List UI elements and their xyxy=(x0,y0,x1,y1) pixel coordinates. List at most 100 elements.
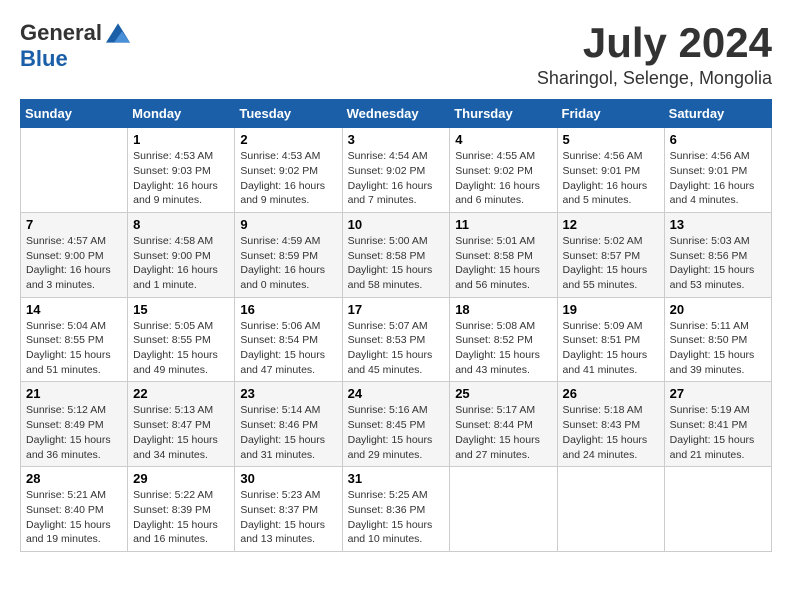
calendar-week-row: 28Sunrise: 5:21 AMSunset: 8:40 PMDayligh… xyxy=(21,467,772,552)
calendar-week-row: 1 Sunrise: 4:53 AMSunset: 9:03 PMDaylight… xyxy=(21,128,772,213)
logo-general-text: General xyxy=(20,20,102,46)
logo-icon xyxy=(106,23,130,43)
day-info: Sunrise: 4:57 AMSunset: 9:00 PMDaylight:… xyxy=(26,234,122,293)
location-title: Sharingol, Selenge, Mongolia xyxy=(537,68,772,89)
day-number: 31 xyxy=(348,471,445,486)
calendar-cell: 29Sunrise: 5:22 AMSunset: 8:39 PMDayligh… xyxy=(128,467,235,552)
calendar-header-tuesday: Tuesday xyxy=(235,100,342,128)
day-number: 25 xyxy=(455,386,551,401)
calendar-cell: 3 Sunrise: 4:54 AMSunset: 9:02 PMDaylight… xyxy=(342,128,450,213)
calendar-cell: 17 Sunrise: 5:07 AMSunset: 8:53 PMDayligh… xyxy=(342,297,450,382)
calendar-cell: 31Sunrise: 5:25 AMSunset: 8:36 PMDayligh… xyxy=(342,467,450,552)
day-number: 26 xyxy=(563,386,659,401)
calendar-cell: 21Sunrise: 5:12 AMSunset: 8:49 PMDayligh… xyxy=(21,382,128,467)
calendar-cell: 14 Sunrise: 5:04 AMSunset: 8:55 PMDayligh… xyxy=(21,297,128,382)
day-info: Sunrise: 4:56 AMSunset: 9:01 PMDaylight:… xyxy=(670,149,766,208)
calendar-cell xyxy=(557,467,664,552)
calendar-header-row: SundayMondayTuesdayWednesdayThursdayFrid… xyxy=(21,100,772,128)
day-number: 8 xyxy=(133,217,229,232)
day-info: Sunrise: 5:23 AMSunset: 8:37 PMDaylight:… xyxy=(240,488,336,547)
day-number: 23 xyxy=(240,386,336,401)
calendar-cell: 26 Sunrise: 5:18 AMSunset: 8:43 PMDayligh… xyxy=(557,382,664,467)
day-number: 30 xyxy=(240,471,336,486)
day-info: Sunrise: 5:16 AMSunset: 8:45 PMDaylight:… xyxy=(348,403,445,462)
calendar-cell xyxy=(450,467,557,552)
day-number: 2 xyxy=(240,132,336,147)
logo-blue-text: Blue xyxy=(20,46,68,72)
day-number: 11 xyxy=(455,217,551,232)
calendar-cell: 28Sunrise: 5:21 AMSunset: 8:40 PMDayligh… xyxy=(21,467,128,552)
calendar-header-sunday: Sunday xyxy=(21,100,128,128)
day-info: Sunrise: 4:54 AMSunset: 9:02 PMDaylight:… xyxy=(348,149,445,208)
day-number: 10 xyxy=(348,217,445,232)
day-number: 3 xyxy=(348,132,445,147)
day-number: 15 xyxy=(133,302,229,317)
calendar-cell: 24 Sunrise: 5:16 AMSunset: 8:45 PMDayligh… xyxy=(342,382,450,467)
calendar-header-saturday: Saturday xyxy=(664,100,771,128)
logo: General Blue xyxy=(20,20,130,72)
day-info: Sunrise: 4:53 AMSunset: 9:02 PMDaylight:… xyxy=(240,149,336,208)
calendar-cell: 7 Sunrise: 4:57 AMSunset: 9:00 PMDaylight… xyxy=(21,212,128,297)
calendar-cell: 11 Sunrise: 5:01 AMSunset: 8:58 PMDayligh… xyxy=(450,212,557,297)
calendar-cell: 1 Sunrise: 4:53 AMSunset: 9:03 PMDaylight… xyxy=(128,128,235,213)
calendar-cell xyxy=(21,128,128,213)
month-title: July 2024 xyxy=(537,20,772,66)
day-number: 22 xyxy=(133,386,229,401)
day-number: 17 xyxy=(348,302,445,317)
day-info: Sunrise: 4:56 AMSunset: 9:01 PMDaylight:… xyxy=(563,149,659,208)
day-info: Sunrise: 5:06 AMSunset: 8:54 PMDaylight:… xyxy=(240,319,336,378)
day-info: Sunrise: 5:04 AMSunset: 8:55 PMDaylight:… xyxy=(26,319,122,378)
day-number: 20 xyxy=(670,302,766,317)
day-info: Sunrise: 5:09 AMSunset: 8:51 PMDaylight:… xyxy=(563,319,659,378)
calendar-cell: 23 Sunrise: 5:14 AMSunset: 8:46 PMDayligh… xyxy=(235,382,342,467)
calendar-cell: 15 Sunrise: 5:05 AMSunset: 8:55 PMDayligh… xyxy=(128,297,235,382)
day-number: 27 xyxy=(670,386,766,401)
title-block: July 2024 Sharingol, Selenge, Mongolia xyxy=(537,20,772,89)
day-info: Sunrise: 5:19 AMSunset: 8:41 PMDaylight:… xyxy=(670,403,766,462)
calendar-cell: 2 Sunrise: 4:53 AMSunset: 9:02 PMDaylight… xyxy=(235,128,342,213)
calendar-week-row: 7 Sunrise: 4:57 AMSunset: 9:00 PMDaylight… xyxy=(21,212,772,297)
day-number: 28 xyxy=(26,471,122,486)
calendar-cell: 8 Sunrise: 4:58 AMSunset: 9:00 PMDaylight… xyxy=(128,212,235,297)
day-info: Sunrise: 5:17 AMSunset: 8:44 PMDaylight:… xyxy=(455,403,551,462)
day-number: 12 xyxy=(563,217,659,232)
day-number: 7 xyxy=(26,217,122,232)
day-info: Sunrise: 4:59 AMSunset: 8:59 PMDaylight:… xyxy=(240,234,336,293)
day-info: Sunrise: 5:18 AMSunset: 8:43 PMDaylight:… xyxy=(563,403,659,462)
calendar-header-thursday: Thursday xyxy=(450,100,557,128)
calendar-cell: 10 Sunrise: 5:00 AMSunset: 8:58 PMDayligh… xyxy=(342,212,450,297)
calendar-cell: 12Sunrise: 5:02 AMSunset: 8:57 PMDayligh… xyxy=(557,212,664,297)
day-info: Sunrise: 4:58 AMSunset: 9:00 PMDaylight:… xyxy=(133,234,229,293)
day-info: Sunrise: 5:05 AMSunset: 8:55 PMDaylight:… xyxy=(133,319,229,378)
day-info: Sunrise: 5:00 AMSunset: 8:58 PMDaylight:… xyxy=(348,234,445,293)
day-info: Sunrise: 4:53 AMSunset: 9:03 PMDaylight:… xyxy=(133,149,229,208)
calendar-cell: 27 Sunrise: 5:19 AMSunset: 8:41 PMDayligh… xyxy=(664,382,771,467)
day-number: 16 xyxy=(240,302,336,317)
day-number: 14 xyxy=(26,302,122,317)
day-info: Sunrise: 5:01 AMSunset: 8:58 PMDaylight:… xyxy=(455,234,551,293)
day-info: Sunrise: 5:07 AMSunset: 8:53 PMDaylight:… xyxy=(348,319,445,378)
calendar-cell: 5 Sunrise: 4:56 AMSunset: 9:01 PMDaylight… xyxy=(557,128,664,213)
calendar-cell: 18Sunrise: 5:08 AMSunset: 8:52 PMDayligh… xyxy=(450,297,557,382)
day-number: 9 xyxy=(240,217,336,232)
day-info: Sunrise: 4:55 AMSunset: 9:02 PMDaylight:… xyxy=(455,149,551,208)
calendar-cell: 9 Sunrise: 4:59 AMSunset: 8:59 PMDaylight… xyxy=(235,212,342,297)
day-number: 29 xyxy=(133,471,229,486)
day-number: 1 xyxy=(133,132,229,147)
day-info: Sunrise: 5:13 AMSunset: 8:47 PMDaylight:… xyxy=(133,403,229,462)
day-number: 24 xyxy=(348,386,445,401)
day-info: Sunrise: 5:11 AMSunset: 8:50 PMDaylight:… xyxy=(670,319,766,378)
day-info: Sunrise: 5:12 AMSunset: 8:49 PMDaylight:… xyxy=(26,403,122,462)
day-number: 6 xyxy=(670,132,766,147)
calendar-cell xyxy=(664,467,771,552)
day-number: 18 xyxy=(455,302,551,317)
day-info: Sunrise: 5:14 AMSunset: 8:46 PMDaylight:… xyxy=(240,403,336,462)
day-number: 19 xyxy=(563,302,659,317)
day-number: 13 xyxy=(670,217,766,232)
calendar-cell: 25 Sunrise: 5:17 AMSunset: 8:44 PMDayligh… xyxy=(450,382,557,467)
calendar-header-wednesday: Wednesday xyxy=(342,100,450,128)
day-number: 5 xyxy=(563,132,659,147)
day-info: Sunrise: 5:03 AMSunset: 8:56 PMDaylight:… xyxy=(670,234,766,293)
calendar-cell: 22 Sunrise: 5:13 AMSunset: 8:47 PMDayligh… xyxy=(128,382,235,467)
calendar-table: SundayMondayTuesdayWednesdayThursdayFrid… xyxy=(20,99,772,552)
